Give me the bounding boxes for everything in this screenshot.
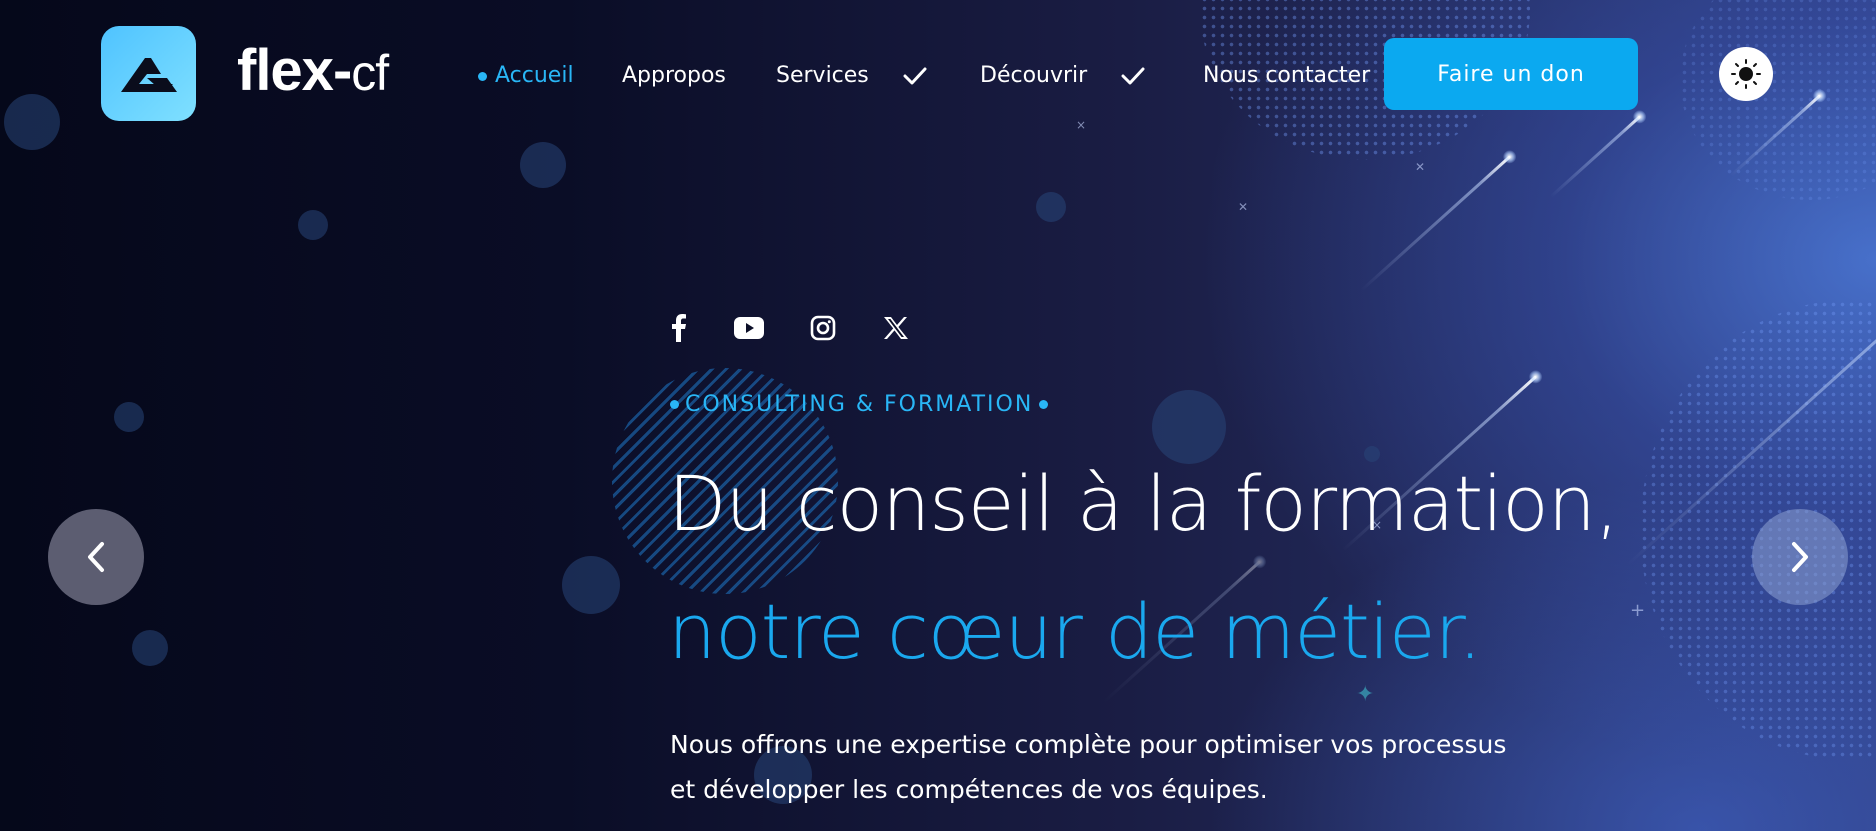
active-bullet-icon xyxy=(478,71,487,81)
bg-dot xyxy=(520,142,566,188)
nav-item-accueil[interactable]: Accueil xyxy=(478,58,574,94)
bg-dot xyxy=(298,210,328,240)
brand-name-separator: - xyxy=(332,38,352,103)
eyebrow-text: CONSULTING & FORMATION xyxy=(685,392,1034,417)
nav-item-appropos[interactable]: Appropos xyxy=(622,58,726,94)
eyebrow-bullet-icon xyxy=(670,400,679,409)
headline-accent: notre cœur de métier. xyxy=(668,587,1482,676)
chevron-left-icon xyxy=(88,542,104,572)
theme-toggle-button[interactable] xyxy=(1719,47,1773,101)
brand-name-bold: flex xyxy=(237,38,334,103)
headline-plain: Du conseil à la formation, xyxy=(668,459,1619,548)
bg-streak xyxy=(1729,94,1822,177)
brand-name[interactable]: flex-cf xyxy=(237,36,389,108)
chevron-right-icon xyxy=(1792,542,1808,572)
nav-item-label: Services xyxy=(776,63,869,88)
sun-icon xyxy=(1731,59,1761,89)
nav-item-label: Découvrir xyxy=(980,63,1088,88)
youtube-icon[interactable] xyxy=(731,310,767,346)
bg-dot xyxy=(132,630,168,666)
bg-streak xyxy=(1360,155,1512,292)
check-icon xyxy=(903,67,927,85)
hero-lead: Nous offrons une expertise complète pour… xyxy=(670,730,1507,804)
carousel-prev-button[interactable] xyxy=(48,509,144,605)
nav-item-decouvrir[interactable]: Découvrir xyxy=(980,58,1145,94)
nav-item-label: Appropos xyxy=(622,63,726,88)
bg-dot xyxy=(1036,192,1066,222)
bg-sparkle: × xyxy=(1076,118,1087,132)
nav-item-label: Nous contacter xyxy=(1203,63,1371,88)
logo-mark-icon xyxy=(120,57,177,92)
instagram-icon[interactable] xyxy=(805,310,841,346)
logo[interactable] xyxy=(101,26,196,121)
x-icon[interactable] xyxy=(878,310,914,346)
carousel-next-button[interactable] xyxy=(1752,509,1848,605)
bg-dot xyxy=(562,556,620,614)
donate-button[interactable]: Faire un don xyxy=(1384,38,1638,110)
check-icon xyxy=(1121,67,1145,85)
brand-name-light: cf xyxy=(351,45,389,101)
hero-headline: Du conseil à la formation, notre cœur de… xyxy=(668,440,1788,696)
nav-item-services[interactable]: Services xyxy=(776,58,927,94)
bg-dot xyxy=(4,94,60,150)
bg-dot xyxy=(114,402,144,432)
facebook-icon[interactable] xyxy=(660,310,696,346)
nav-item-label: Accueil xyxy=(495,63,574,88)
eyebrow-bullet-icon xyxy=(1039,400,1049,409)
bg-streak xyxy=(1549,115,1642,198)
bg-sparkle: ✕ xyxy=(1238,200,1249,214)
bg-sparkle: ✕ xyxy=(1415,160,1426,174)
hero-eyebrow: CONSULTING & FORMATION xyxy=(670,392,1049,417)
nav-item-nous-contacter[interactable]: Nous contacter xyxy=(1203,58,1370,94)
bg-halftone xyxy=(1680,0,1876,200)
